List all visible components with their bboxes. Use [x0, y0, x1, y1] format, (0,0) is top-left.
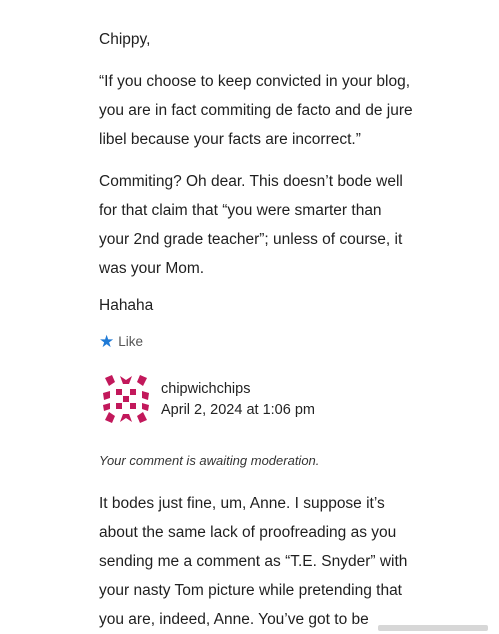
quote-line: “If you choose to keep convicted in your…	[99, 73, 411, 90]
like-button[interactable]: ★ Like	[99, 333, 143, 350]
comment-line: your 2nd grade teacher”; unless of cours…	[99, 231, 403, 248]
comment-line: was your Mom.	[99, 260, 205, 277]
moderation-notice: Your comment is awaiting moderation.	[99, 453, 320, 468]
scroll-indicator[interactable]	[378, 625, 488, 631]
star-icon: ★	[99, 332, 115, 351]
quoted-text: “If you choose to keep convicted in your…	[99, 67, 459, 154]
comment-line: Commiting? Oh dear. This doesn’t bode we…	[99, 173, 403, 190]
comment-body: It bodes just fine, um, Anne. I suppose …	[99, 489, 459, 634]
quote-line: libel because your facts are incorrect.”	[99, 131, 361, 148]
comment-author-link[interactable]: chipwichchips	[161, 381, 250, 397]
comment-line: It bodes just fine, um, Anne. I suppose …	[99, 495, 385, 512]
comment-closing: Hahaha	[99, 297, 154, 314]
comment-date-link[interactable]: April 2, 2024 at 1:06 pm	[161, 402, 315, 418]
comment-line: sending me a comment as “T.E. Snyder” wi…	[99, 553, 408, 570]
comment-greeting: Chippy,	[99, 31, 151, 48]
quote-line: you are in fact commiting de facto and d…	[99, 102, 413, 119]
comment-line: for that claim that “you were smarter th…	[99, 202, 382, 219]
avatar[interactable]	[101, 374, 151, 424]
comment-body: Commiting? Oh dear. This doesn’t bode we…	[99, 167, 459, 283]
comment-line: about the same lack of proofreading as y…	[99, 524, 397, 541]
comment-line: your nasty Tom picture while pretending …	[99, 582, 402, 599]
like-label: Like	[118, 334, 144, 349]
